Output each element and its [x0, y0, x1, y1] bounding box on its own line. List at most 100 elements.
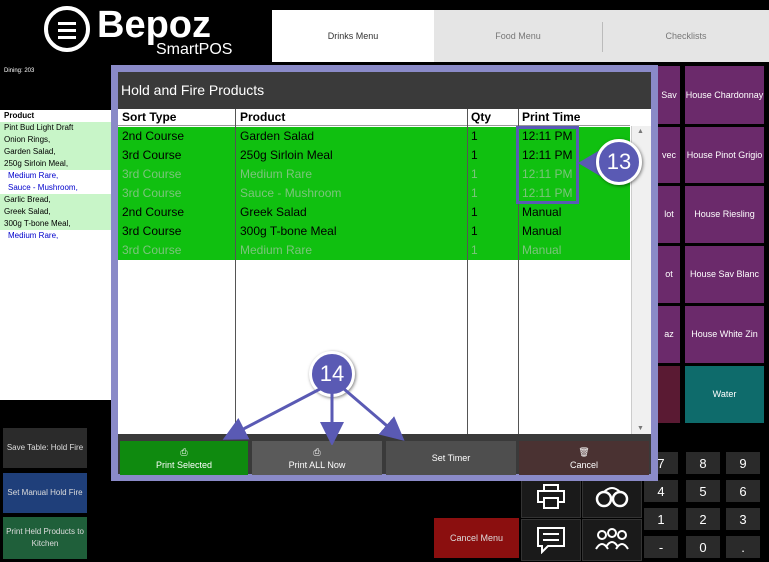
cell-print-time: Manual	[522, 243, 562, 257]
message-icon-button[interactable]	[521, 519, 581, 561]
tile-house-riesling[interactable]: House Riesling	[685, 186, 764, 243]
cell-sort-type: 2nd Course	[122, 205, 185, 219]
print-all-now-label: Print ALL Now	[288, 459, 346, 470]
tile-house-sav-blanc[interactable]: House Sav Blanc	[685, 246, 764, 303]
print-selected-button[interactable]: ⎙ Print Selected	[120, 441, 248, 475]
print-icon-button[interactable]	[521, 476, 581, 518]
callout-13: 13	[596, 139, 642, 185]
cell-sort-type: 2nd Course	[122, 129, 185, 143]
order-line[interactable]: Pint Bud Light Draft	[0, 122, 111, 134]
tab-drinks-menu[interactable]: Drinks Menu	[272, 10, 434, 62]
set-timer-button[interactable]: Set Timer	[386, 441, 516, 475]
print-selected-label: Print Selected	[155, 459, 213, 470]
column-print-time[interactable]: Print Time	[522, 110, 580, 124]
keypad-key[interactable]: 2	[686, 508, 720, 530]
dialog-title: Hold and Fire Products	[121, 82, 265, 98]
cell-product: 250g Sirloin Meal	[240, 148, 333, 162]
tile-house-chardonnay[interactable]: House Chardonnay	[685, 66, 764, 124]
pos-screen: Bepoz SmartPOS Dining: 203 Drinks Menu F…	[0, 0, 769, 562]
column-qty[interactable]: Qty	[471, 110, 491, 124]
order-line[interactable]: 250g Sirloin Meal,	[0, 158, 111, 170]
order-list[interactable]: Product Pint Bud Light Draft Onion Rings,…	[0, 110, 111, 400]
order-line[interactable]: Garden Salad,	[0, 146, 111, 158]
tab-food-menu[interactable]: Food Menu	[434, 10, 602, 62]
set-manual-hold-fire-button[interactable]: Set Manual Hold Fire	[3, 473, 87, 513]
keypad-key[interactable]: 6	[726, 480, 760, 502]
order-list-header: Product	[0, 110, 111, 122]
keypad-key[interactable]: .	[726, 536, 760, 558]
cell-qty: 1	[471, 167, 478, 181]
table-row[interactable]: 2nd Course Greek Salad 1 Manual	[118, 203, 630, 222]
cell-qty: 1	[471, 129, 478, 143]
dialog-cancel-label: Cancel	[569, 459, 598, 470]
order-line[interactable]: Onion Rings,	[0, 134, 111, 146]
table-row[interactable]: 3rd Course Medium Rare 1 Manual	[118, 241, 630, 260]
keypad-key[interactable]: 1	[644, 508, 678, 530]
cell-qty: 1	[471, 243, 478, 257]
tile-partial-vec[interactable]: vec	[658, 127, 680, 183]
group-people-icon	[595, 528, 629, 550]
cell-product: 300g T-bone Meal	[240, 224, 337, 238]
scroll-down-icon[interactable]: ▼	[637, 425, 644, 432]
order-line[interactable]: Sauce - Mushroom,	[0, 182, 111, 194]
tile-water[interactable]: Water	[685, 366, 764, 423]
printer-icon	[537, 484, 565, 509]
cell-product: Medium Rare	[240, 243, 313, 257]
keypad-key[interactable]: -	[644, 536, 678, 558]
order-line[interactable]: 300g T-bone Meal,	[0, 218, 111, 230]
tile-partial-sav[interactable]: Sav	[658, 66, 680, 124]
tile-partial-lot[interactable]: lot	[658, 186, 680, 243]
cell-sort-type: 3rd Course	[122, 186, 182, 200]
print-icon: ⎙	[313, 446, 321, 457]
order-line[interactable]: Garlic Bread,	[0, 194, 111, 206]
logo-subtitle: SmartPOS	[156, 41, 233, 58]
message-icon	[537, 527, 565, 554]
keypad-key[interactable]: 3	[726, 508, 760, 530]
print-icon: ⎙	[180, 446, 188, 457]
print-time-highlight	[516, 126, 579, 204]
column-product[interactable]: Product	[240, 110, 285, 124]
cell-sort-type: 3rd Course	[122, 167, 182, 181]
keypad-key[interactable]: 5	[686, 480, 720, 502]
cell-qty: 1	[471, 224, 478, 238]
cell-sort-type: 3rd Course	[122, 224, 182, 238]
dialog-cancel-button[interactable]: 🗑 Cancel	[519, 441, 649, 475]
keypad-key[interactable]: 8	[686, 452, 720, 474]
menu-icon[interactable]	[44, 6, 90, 52]
handcuffs-icon	[595, 487, 629, 508]
print-all-now-button[interactable]: ⎙ Print ALL Now	[252, 441, 382, 475]
customers-icon-button[interactable]	[582, 519, 642, 561]
order-line[interactable]: Medium Rare,	[0, 170, 111, 182]
cell-product: Sauce - Mushroom	[240, 186, 342, 200]
cell-print-time: Manual	[522, 205, 562, 219]
grid-header: Sort Type Product Qty Print Time	[118, 109, 630, 126]
column-sort-type[interactable]: Sort Type	[122, 110, 176, 124]
trash-icon: 🗑	[578, 446, 590, 457]
tile-partial-ot[interactable]: ot	[658, 246, 680, 303]
header-logo-area: Bepoz SmartPOS	[0, 0, 270, 62]
handcuffs-icon-button[interactable]	[582, 476, 642, 518]
cancel-menu-button[interactable]: Cancel Menu	[434, 518, 519, 558]
cell-qty: 1	[471, 205, 478, 219]
table-row[interactable]: 3rd Course 300g T-bone Meal 1 Manual	[118, 222, 630, 241]
tile-partial-az[interactable]: az	[658, 306, 680, 363]
cell-print-time: Manual	[522, 224, 562, 238]
callout-14-arrows	[222, 387, 405, 445]
cell-qty: 1	[471, 148, 478, 162]
keypad-key[interactable]: 4	[644, 480, 678, 502]
keypad-key[interactable]: 9	[726, 452, 760, 474]
menu-tabs: Drinks Menu Food Menu Checklists	[272, 10, 769, 62]
tile-partial-blank[interactable]	[658, 366, 680, 423]
cell-sort-type: 3rd Course	[122, 243, 182, 257]
order-line[interactable]: Medium Rare,	[0, 230, 111, 242]
save-table-hold-fire-button[interactable]: Save Table: Hold Fire	[3, 428, 87, 468]
scroll-up-icon[interactable]: ▲	[637, 128, 644, 135]
cell-product: Garden Salad	[240, 129, 315, 143]
cell-sort-type: 3rd Course	[122, 148, 182, 162]
tile-house-pinot-grigio[interactable]: House Pinot Grigio	[685, 127, 764, 183]
keypad-key[interactable]: 0	[686, 536, 720, 558]
print-held-products-button[interactable]: Print Held Products to Kitchen	[3, 517, 87, 559]
tile-house-white-zin[interactable]: House White Zin	[685, 306, 764, 363]
order-line[interactable]: Greek Salad,	[0, 206, 111, 218]
tab-checklists[interactable]: Checklists	[603, 10, 769, 62]
